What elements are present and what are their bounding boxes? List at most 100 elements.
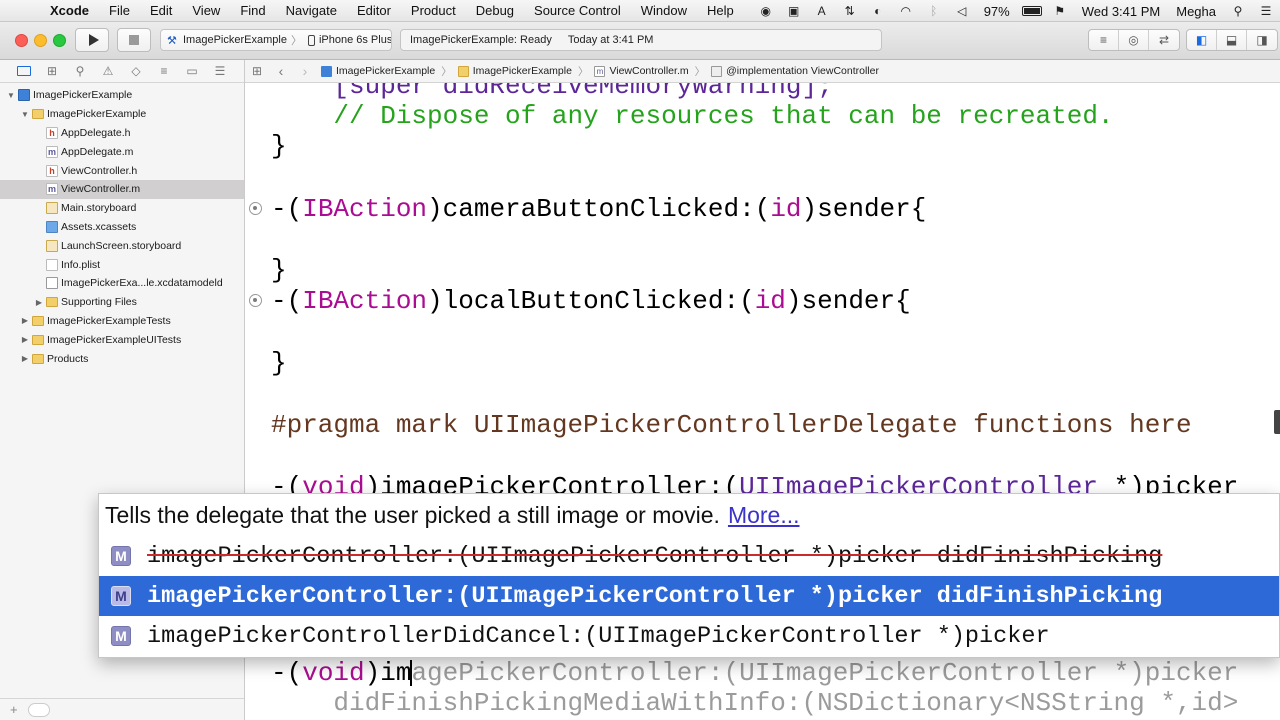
related-items-icon[interactable]: ⊞	[245, 64, 269, 78]
breakpoint-navigator-tab-icon[interactable]: ▭	[178, 60, 206, 83]
battery-icon[interactable]	[1021, 4, 1042, 18]
battery-percent[interactable]: 97%	[976, 4, 1018, 19]
crumb-group[interactable]: ImagePickerExample	[454, 65, 576, 77]
menu-editor[interactable]: Editor	[347, 3, 401, 18]
spotlight-search-icon[interactable]: ⚲	[1228, 4, 1248, 18]
scheme-selector[interactable]: ⚒ ImagePickerExample 〉 iPhone 6s Plus	[160, 29, 392, 51]
iphone-icon	[307, 34, 315, 46]
crumb-project[interactable]: ImagePickerExample	[317, 65, 439, 77]
disclosure-closed-icon[interactable]: ▶	[20, 335, 30, 344]
scheme-target[interactable]: ⚒ ImagePickerExample	[161, 34, 287, 47]
utilities-toggle-icon[interactable]: ◨	[1247, 30, 1277, 50]
navigator-item[interactable]: Assets.xcassets	[0, 218, 244, 237]
navigator-item-label: AppDelegate.h	[61, 126, 131, 139]
menu-app-name[interactable]: Xcode	[46, 3, 99, 18]
menu-file[interactable]: File	[99, 3, 140, 18]
crumb-symbol[interactable]: @implementation ViewController	[707, 65, 883, 77]
messenger-icon[interactable]: ◐	[868, 4, 888, 18]
code-line-camera-action: -(IBAction)cameraButtonClicked:(id)sende…	[271, 194, 927, 224]
project-file-icon	[18, 89, 30, 102]
menu-find[interactable]: Find	[230, 3, 275, 18]
back-arrow-icon[interactable]: ‹	[269, 63, 293, 79]
h-file-icon: h	[46, 126, 58, 139]
version-editor-icon[interactable]: ⇄	[1149, 30, 1179, 50]
navigator-item-label: ImagePickerExample	[47, 108, 147, 121]
navigator-item[interactable]: LaunchScreen.storyboard	[0, 236, 244, 255]
run-button[interactable]	[75, 28, 109, 52]
menu-bar-user[interactable]: Megha	[1168, 4, 1224, 19]
navigator-item[interactable]: m ViewController.m	[0, 179, 244, 199]
folder-icon	[457, 65, 469, 77]
menu-bar-clock[interactable]: Wed 3:41 PM	[1074, 4, 1169, 19]
menu-view[interactable]: View	[182, 3, 230, 18]
xcode-toolbar: ⚒ ImagePickerExample 〉 iPhone 6s Plus Im…	[0, 22, 1280, 60]
disclosure-closed-icon[interactable]: ▶	[20, 316, 30, 325]
window-close-button[interactable]	[15, 34, 28, 47]
record-icon[interactable]: ◉	[756, 4, 776, 18]
flag-icon[interactable]: ⚑	[1050, 4, 1070, 18]
standard-editor-icon[interactable]: ≡	[1089, 30, 1119, 50]
ibaction-connection-icon-2[interactable]	[249, 294, 262, 307]
navigator-item[interactable]: Info.plist	[0, 255, 244, 274]
sync-icon[interactable]: ⇅	[840, 4, 860, 18]
find-navigator-tab-icon[interactable]: ⚲	[66, 60, 94, 83]
navigator-item[interactable]: ▶ Supporting Files	[0, 293, 244, 312]
navigator-item[interactable]: h ViewController.h	[0, 161, 244, 180]
disclosure-open-icon[interactable]: ▼	[20, 110, 30, 119]
navigator-item[interactable]: h AppDelegate.h	[0, 124, 244, 143]
ibaction-connection-icon[interactable]	[249, 202, 262, 215]
menu-product[interactable]: Product	[401, 3, 466, 18]
assets-file-icon	[46, 220, 58, 233]
menu-help[interactable]: Help	[697, 3, 744, 18]
wifi-icon[interactable]: ◠	[896, 4, 916, 18]
add-file-icon[interactable]: +	[10, 702, 18, 717]
completion-item-did-cancel[interactable]: M imagePickerControllerDidCancel:(UIImag…	[99, 616, 1279, 656]
navigator-item[interactable]: ImagePickerExa...le.xcdatamodeld	[0, 274, 244, 293]
crumb-file[interactable]: m ViewController.m	[590, 65, 692, 77]
code-line-super: [super didReceiveMemoryWarning];	[271, 83, 833, 101]
project-navigator-tab-icon[interactable]	[10, 60, 38, 83]
navigator-filter-field[interactable]	[27, 702, 50, 717]
h-file-icon: h	[46, 164, 58, 177]
screen-capture-icon[interactable]: ▣	[784, 4, 804, 18]
navigator-item[interactable]: ▼ ImagePickerExample	[0, 86, 244, 105]
issue-navigator-tab-icon[interactable]: ⚠	[94, 60, 122, 83]
completion-item-selected[interactable]: M imagePickerController:(UIImagePickerCo…	[99, 576, 1279, 616]
menu-window[interactable]: Window	[631, 3, 697, 18]
assistant-editor-icon[interactable]: ◎	[1119, 30, 1149, 50]
code-line-pragma: #pragma mark UIImagePickerControllerDele…	[271, 410, 1192, 440]
disclosure-closed-icon[interactable]: ▶	[34, 298, 44, 307]
window-zoom-button[interactable]	[53, 34, 66, 47]
test-navigator-tab-icon[interactable]: ◇	[122, 60, 150, 83]
disclosure-open-icon[interactable]: ▼	[6, 91, 16, 100]
menu-navigate[interactable]: Navigate	[276, 3, 347, 18]
stop-button[interactable]	[117, 28, 151, 52]
navigator-item[interactable]: m AppDelegate.m	[0, 142, 244, 161]
symbol-navigator-tab-icon[interactable]: ⊞	[38, 60, 66, 83]
debug-navigator-tab-icon[interactable]: ≡	[150, 60, 178, 83]
navigator-item[interactable]: Main.storyboard	[0, 199, 244, 218]
more-link[interactable]: More...	[728, 502, 800, 529]
completion-item-deprecated[interactable]: M imagePickerController:(UIImagePickerCo…	[99, 536, 1279, 576]
navigator-item[interactable]: ▼ ImagePickerExample	[0, 105, 244, 124]
menu-edit[interactable]: Edit	[140, 3, 182, 18]
text-tool-icon[interactable]: A	[812, 4, 832, 18]
debug-area-toggle-icon[interactable]: ⬓	[1217, 30, 1247, 50]
navigator-item[interactable]: ▶ Products	[0, 349, 244, 368]
bluetooth-icon[interactable]: ᛒ	[924, 4, 944, 18]
report-navigator-tab-icon[interactable]: ☰	[206, 60, 234, 83]
window-minimize-button[interactable]	[34, 34, 47, 47]
navigator-item[interactable]: ▶ ImagePickerExampleUITests	[0, 330, 244, 349]
navigator-toggle-icon[interactable]: ◧	[1187, 30, 1217, 50]
hammer-icon: ⚒	[167, 35, 177, 47]
notification-center-icon[interactable]: ☰	[1256, 4, 1276, 18]
volume-icon[interactable]: ◁	[952, 4, 972, 18]
device-selector[interactable]: iPhone 6s Plus	[302, 34, 391, 46]
navigator-item[interactable]: ▶ ImagePickerExampleTests	[0, 312, 244, 331]
datamodel-file-icon	[46, 277, 58, 290]
disclosure-closed-icon[interactable]: ▶	[20, 354, 30, 363]
menu-debug[interactable]: Debug	[466, 3, 524, 18]
menu-source-control[interactable]: Source Control	[524, 3, 631, 18]
project-icon	[321, 65, 332, 77]
forward-arrow-icon[interactable]: ›	[293, 63, 317, 79]
